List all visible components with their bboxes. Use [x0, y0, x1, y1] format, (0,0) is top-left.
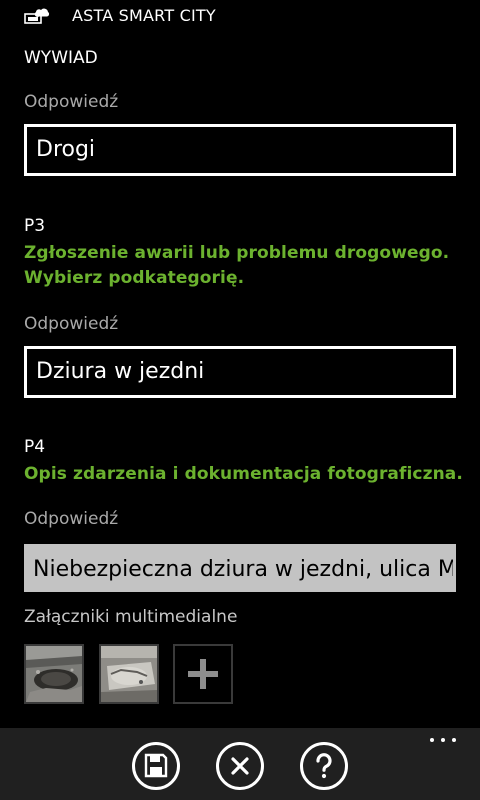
app-bar — [0, 728, 480, 800]
cancel-button[interactable] — [216, 742, 264, 790]
ellipsis-icon — [430, 738, 434, 742]
ellipsis-icon — [452, 738, 456, 742]
answer-label: Odpowiedź — [24, 509, 119, 529]
attachment-thumbnail[interactable] — [99, 644, 159, 704]
question-text-line: Wybierz podkategorię. — [24, 268, 245, 288]
answer-field-subcategory[interactable]: Dziura w jezdni — [24, 346, 456, 398]
app-title: ASTA SMART CITY — [72, 6, 216, 25]
answer-field-description[interactable]: Niebezpieczna dziura w jezdni, ulica M — [24, 544, 456, 592]
answer-label: Odpowiedź — [24, 314, 119, 334]
cloud-device-icon — [24, 8, 50, 24]
question-id: P3 — [24, 216, 46, 236]
app-header: ASTA SMART CITY — [0, 0, 480, 36]
more-options-button[interactable] — [428, 732, 458, 748]
close-icon — [231, 757, 249, 775]
question-text: Opis zdarzenia i dokumentacja fotografic… — [24, 464, 463, 484]
attachment-thumbnail[interactable] — [24, 644, 84, 704]
pothole-photo-1 — [26, 646, 82, 702]
answer-field-category[interactable]: Drogi — [24, 124, 456, 176]
help-icon — [316, 753, 332, 779]
attachments-label: Załączniki multimedialne — [24, 607, 238, 627]
save-icon — [144, 753, 168, 778]
question-text-line: Zgłoszenie awarii lub problemu drogowego… — [24, 243, 450, 263]
pothole-photo-2 — [101, 646, 157, 702]
ellipsis-icon — [441, 738, 445, 742]
answer-label: Odpowiedź — [24, 92, 119, 112]
save-button[interactable] — [132, 742, 180, 790]
question-text: Zgłoszenie awarii lub problemu drogowego… — [24, 241, 464, 291]
add-attachment-button[interactable] — [173, 644, 233, 704]
plus-icon — [188, 659, 218, 689]
question-id: P4 — [24, 437, 46, 457]
help-button[interactable] — [300, 742, 348, 790]
page-title: WYWIAD — [24, 48, 98, 68]
